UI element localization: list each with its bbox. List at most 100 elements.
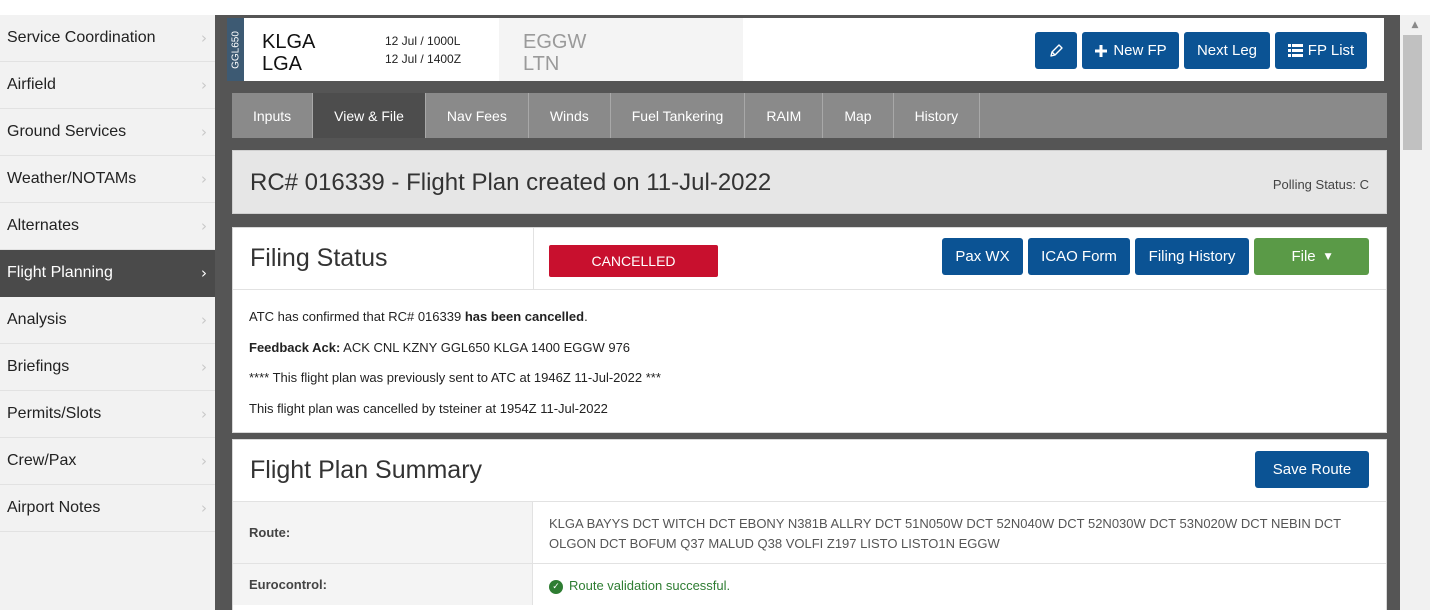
file-dropdown-button[interactable]: File ▼ bbox=[1254, 238, 1369, 275]
page-scrollbar[interactable]: ▲ bbox=[1400, 15, 1430, 610]
destination-airport[interactable]: EGGW LTN bbox=[499, 18, 743, 81]
sidebar-item-alternates[interactable]: Alternates › bbox=[0, 203, 215, 250]
destination-codes: EGGW LTN bbox=[523, 31, 586, 75]
next-leg-button[interactable]: Next Leg bbox=[1184, 32, 1270, 69]
trip-header: GGL650 KLGA LGA 12 Jul / 1000L 12 Jul / … bbox=[227, 18, 1384, 81]
origin-utc-time: 12 Jul / 1400Z bbox=[385, 52, 462, 66]
status-line-cancelled-by: This flight plan was cancelled by tstein… bbox=[249, 400, 608, 416]
tab-winds[interactable]: Winds bbox=[529, 93, 611, 138]
chevron-right-icon: › bbox=[201, 29, 207, 47]
polling-status: Polling Status: C bbox=[1272, 177, 1369, 192]
filing-status-title: Filing Status bbox=[250, 244, 388, 272]
table-row: Eurocontrol: ✓ Route validation successfu… bbox=[233, 563, 1386, 605]
status-line-confirmed: ATC has confirmed that RC# 016339 has be… bbox=[249, 309, 588, 324]
header-actions: New FP Next Leg FP List bbox=[1035, 32, 1367, 69]
sidebar-item-label: Airfield bbox=[7, 76, 56, 93]
status-line-feedback: Feedback Ack: ACK CNL KZNY GGL650 KLGA 1… bbox=[249, 339, 631, 355]
filing-history-label: Filing History bbox=[1148, 248, 1236, 265]
tab-history[interactable]: History bbox=[894, 93, 981, 138]
origin-codes: KLGA LGA bbox=[262, 31, 315, 75]
fp-list-label: FP List bbox=[1307, 42, 1355, 59]
sidebar-item-label: Ground Services bbox=[7, 123, 127, 140]
sidebar-item-permits-slots[interactable]: Permits/Slots › bbox=[0, 391, 215, 438]
chevron-right-icon: › bbox=[201, 452, 207, 470]
chevron-right-icon: › bbox=[201, 264, 207, 282]
divider bbox=[533, 228, 534, 289]
route-value: KLGA BAYYS DCT WITCH DCT EBONY N381B ALL… bbox=[549, 516, 1341, 551]
page-title: RC# 016339 - Flight Plan created on 11-J… bbox=[250, 169, 772, 196]
scroll-up-arrow-icon[interactable]: ▲ bbox=[1400, 15, 1430, 35]
sidebar-item-label: Analysis bbox=[7, 311, 67, 328]
sidebar-item-label: Alternates bbox=[7, 217, 80, 234]
sidebar-item-service-coordination[interactable]: Service Coordination › bbox=[0, 15, 215, 62]
aircraft-tag-label: GGL650 bbox=[230, 30, 241, 69]
chevron-right-icon: › bbox=[201, 76, 207, 94]
destination-icao: EGGW bbox=[523, 31, 587, 53]
scrollbar-thumb[interactable] bbox=[1403, 35, 1422, 150]
origin-icao: KLGA bbox=[262, 31, 316, 53]
plus-icon bbox=[1095, 44, 1108, 57]
table-row: Route: KLGA BAYYS DCT WITCH DCT EBONY N3… bbox=[233, 502, 1386, 563]
file-label: File bbox=[1291, 248, 1316, 265]
eurocontrol-label: Eurocontrol: bbox=[233, 564, 533, 605]
origin-iata: LGA bbox=[262, 53, 303, 75]
filing-actions: Pax WX ICAO Form Filing History File ▼ bbox=[942, 238, 1369, 275]
flight-plan-summary-panel: Flight Plan Summary Save Route Route: KL… bbox=[232, 439, 1387, 610]
summary-table: Route: KLGA BAYYS DCT WITCH DCT EBONY N3… bbox=[233, 502, 1386, 605]
sidebar-item-crew-pax[interactable]: Crew/Pax › bbox=[0, 438, 215, 485]
sidebar-item-weather-notams[interactable]: Weather/NOTAMs › bbox=[0, 156, 215, 203]
pax-wx-button[interactable]: Pax WX bbox=[942, 238, 1023, 275]
sidebar-item-label: Briefings bbox=[7, 358, 70, 375]
caret-down-icon: ▼ bbox=[1324, 251, 1332, 262]
origin-times: 12 Jul / 1000L 12 Jul / 1400Z bbox=[385, 32, 461, 68]
sidebar-item-airport-notes[interactable]: Airport Notes › bbox=[0, 485, 215, 532]
chevron-right-icon: › bbox=[201, 499, 207, 517]
tab-raim[interactable]: RAIM bbox=[745, 93, 824, 138]
filing-status-panel: Filing Status CANCELLED Pax WX ICAO Form… bbox=[232, 227, 1387, 433]
sidebar-item-label: Permits/Slots bbox=[7, 405, 102, 422]
main-content: GGL650 KLGA LGA 12 Jul / 1000L 12 Jul / … bbox=[215, 15, 1400, 610]
chevron-right-icon: › bbox=[201, 405, 207, 423]
save-route-button[interactable]: Save Route bbox=[1255, 451, 1369, 488]
next-leg-label: Next Leg bbox=[1196, 42, 1258, 59]
sidebar-item-airfield[interactable]: Airfield › bbox=[0, 62, 215, 109]
chevron-right-icon: › bbox=[201, 311, 207, 329]
eurocontrol-status-text: Route validation successful. bbox=[569, 578, 731, 593]
chevron-right-icon: › bbox=[201, 170, 207, 188]
summary-title: Flight Plan Summary bbox=[250, 456, 483, 484]
sidebar-item-flight-planning[interactable]: Flight Planning › bbox=[0, 250, 215, 297]
sidebar-item-label: Weather/NOTAMs bbox=[7, 170, 137, 187]
tab-map[interactable]: Map bbox=[823, 93, 894, 138]
chevron-right-icon: › bbox=[201, 358, 207, 376]
destination-iata: LTN bbox=[523, 53, 560, 75]
sidebar-item-label: Service Coordination bbox=[7, 29, 156, 46]
filing-status-header: Filing Status CANCELLED Pax WX ICAO Form… bbox=[233, 228, 1386, 290]
sidebar-item-analysis[interactable]: Analysis › bbox=[0, 297, 215, 344]
tab-inputs[interactable]: Inputs bbox=[232, 93, 314, 138]
fp-list-button[interactable]: FP List bbox=[1275, 32, 1367, 69]
list-icon bbox=[1287, 44, 1303, 57]
tab-view-file[interactable]: View & File bbox=[313, 93, 426, 138]
sidebar-item-briefings[interactable]: Briefings › bbox=[0, 344, 215, 391]
new-fp-button[interactable]: New FP bbox=[1082, 32, 1179, 69]
tab-fuel-tankering[interactable]: Fuel Tankering bbox=[611, 93, 746, 138]
origin-local-time: 12 Jul / 1000L bbox=[385, 34, 461, 48]
pax-wx-label: Pax WX bbox=[955, 248, 1010, 265]
sidebar-item-label: Flight Planning bbox=[7, 264, 113, 281]
pencil-icon bbox=[1050, 43, 1063, 57]
filing-history-button[interactable]: Filing History bbox=[1135, 238, 1249, 275]
eurocontrol-value: ✓ Route validation successful. bbox=[533, 564, 1386, 605]
filing-status-body: ATC has confirmed that RC# 016339 has be… bbox=[233, 290, 1386, 436]
new-fp-label: New FP bbox=[1113, 42, 1167, 59]
edit-button[interactable] bbox=[1035, 32, 1077, 69]
origin-airport[interactable]: KLGA LGA 12 Jul / 1000L 12 Jul / 1400Z bbox=[244, 18, 513, 81]
check-circle-icon: ✓ bbox=[549, 579, 563, 594]
icao-form-label: ICAO Form bbox=[1041, 248, 1117, 265]
sidebar-item-ground-services[interactable]: Ground Services › bbox=[0, 109, 215, 156]
sidebar-nav: Service Coordination › Airfield › Ground S… bbox=[0, 15, 215, 610]
tab-nav-fees[interactable]: Nav Fees bbox=[426, 93, 529, 138]
icao-form-button[interactable]: ICAO Form bbox=[1028, 238, 1130, 275]
save-route-label: Save Route bbox=[1272, 461, 1352, 478]
aircraft-tag: GGL650 bbox=[227, 18, 244, 81]
chevron-right-icon: › bbox=[201, 217, 207, 235]
